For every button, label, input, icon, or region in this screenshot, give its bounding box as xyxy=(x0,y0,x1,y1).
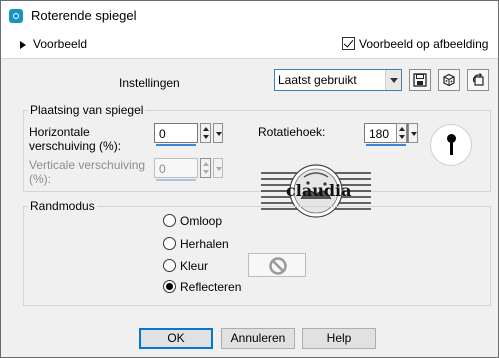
randomize-button[interactable] xyxy=(438,69,460,91)
app-icon xyxy=(9,9,23,23)
rotation-angle-dropdown[interactable] xyxy=(408,123,418,143)
vertical-offset-input[interactable]: 0 xyxy=(154,158,198,181)
preview-on-image-checkbox[interactable] xyxy=(342,37,355,50)
edge-mode-title: Randmodus xyxy=(28,199,97,213)
no-color-icon xyxy=(269,257,287,275)
window-title: Roterende spiegel xyxy=(31,8,137,23)
reset-icon xyxy=(472,73,484,86)
save-icon xyxy=(413,73,427,87)
settings-row: Instellingen Laatst gebruikt xyxy=(1,60,498,100)
settings-label: Instellingen xyxy=(119,76,180,90)
preview-expander-label[interactable]: Voorbeeld xyxy=(33,37,87,51)
save-preset-button[interactable] xyxy=(409,69,431,91)
ok-button[interactable]: OK xyxy=(139,328,213,349)
watermark-text: claudia xyxy=(286,181,352,200)
horizontal-offset-slider[interactable] xyxy=(156,144,196,146)
horizontal-offset-label-line1: Horizontale xyxy=(29,125,90,139)
preset-select-value: Laatst gebruikt xyxy=(278,73,357,87)
vertical-offset-dropdown[interactable] xyxy=(213,158,223,178)
radio-herhalen[interactable] xyxy=(163,237,176,250)
dial-knob[interactable] xyxy=(447,134,456,143)
radio-label-omloop[interactable]: Omloop xyxy=(180,214,222,228)
horizontal-offset-dropdown[interactable] xyxy=(213,123,223,143)
edge-color-swatch[interactable] xyxy=(248,253,306,277)
horizontal-offset-label-line2: verschuiving (%): xyxy=(29,139,122,153)
vertical-offset-value: 0 xyxy=(159,162,166,176)
preset-select[interactable]: Laatst gebruikt xyxy=(274,69,402,91)
rotation-angle-spinner[interactable] xyxy=(396,123,407,143)
mirror-placement-title: Plaatsing van spiegel xyxy=(28,103,146,117)
title-bar[interactable]: Roterende spiegel xyxy=(1,1,498,29)
radio-reflecteren[interactable] xyxy=(163,280,176,293)
dialog-window: Roterende spiegel Voorbeeld Voorbeeld op… xyxy=(0,0,499,358)
preview-row: Voorbeeld Voorbeeld op afbeelding xyxy=(1,29,498,59)
horizontal-offset-value: 0 xyxy=(159,127,166,141)
vertical-offset-spinner[interactable] xyxy=(200,158,211,178)
expand-triangle-icon[interactable] xyxy=(20,41,26,49)
radio-label-reflecteren[interactable]: Reflecteren xyxy=(180,280,241,294)
rotation-angle-slider[interactable] xyxy=(366,144,406,146)
horizontal-offset-spinner[interactable] xyxy=(200,123,211,143)
radio-label-herhalen[interactable]: Herhalen xyxy=(180,237,229,251)
reset-button[interactable] xyxy=(467,69,489,91)
rotation-angle-value: 180 xyxy=(369,127,390,141)
horizontal-offset-input[interactable]: 0 xyxy=(154,123,198,146)
cancel-button[interactable]: Annuleren xyxy=(221,328,295,349)
preview-on-image-label[interactable]: Voorbeeld op afbeelding xyxy=(359,37,488,51)
help-button[interactable]: Help xyxy=(302,328,376,349)
radio-kleur[interactable] xyxy=(163,259,176,272)
rotation-dial[interactable] xyxy=(430,124,472,166)
vertical-offset-label-line2: (%): xyxy=(29,172,51,186)
rotation-angle-label: Rotatiehoek: xyxy=(258,125,326,139)
chevron-down-icon[interactable] xyxy=(385,70,401,90)
vertical-offset-label-line1: Verticale verschuiving xyxy=(29,158,146,172)
radio-omloop[interactable] xyxy=(163,214,176,227)
radio-label-kleur[interactable]: Kleur xyxy=(180,259,208,273)
dice-icon xyxy=(443,73,455,87)
vertical-offset-slider[interactable] xyxy=(156,179,196,181)
